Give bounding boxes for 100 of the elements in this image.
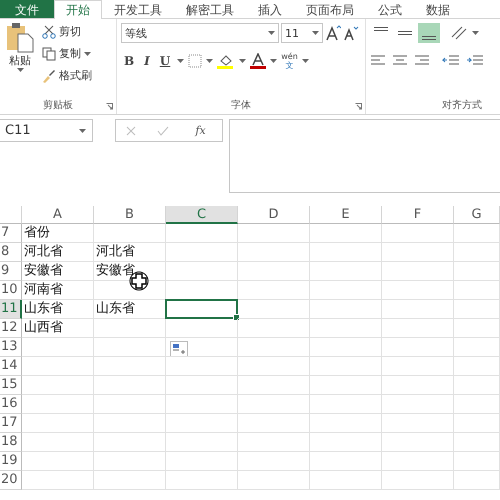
column-header[interactable]: E — [310, 206, 382, 224]
ribbon-tab[interactable]: 公式 — [366, 0, 414, 18]
copy-button[interactable]: 复制 — [40, 45, 94, 62]
ribbon-tab[interactable]: 开始 — [54, 0, 102, 19]
ribbon-tab[interactable]: 页面布局 — [294, 0, 366, 18]
table-cell — [94, 395, 166, 414]
italic-button[interactable]: I — [141, 54, 153, 68]
row-header[interactable]: 9 — [0, 262, 22, 281]
vertical-align-button[interactable] — [418, 23, 440, 43]
column-header[interactable]: G — [454, 206, 500, 224]
table-cell — [382, 319, 454, 338]
table-cell — [94, 224, 166, 243]
underline-button[interactable]: U — [156, 54, 174, 68]
fill-color-icon[interactable] — [217, 53, 236, 69]
column-header[interactable]: F — [382, 206, 454, 224]
column-header[interactable]: D — [238, 206, 310, 224]
font-size-dropdown[interactable]: 11 — [281, 23, 323, 43]
row-header[interactable]: 13 — [0, 338, 22, 357]
table-cell — [382, 224, 454, 243]
paste-options-icon[interactable] — [170, 341, 188, 357]
table-cell — [238, 452, 310, 471]
row-header[interactable]: 18 — [0, 433, 22, 452]
column-header[interactable]: A — [22, 206, 94, 224]
table-cell — [94, 357, 166, 376]
table-cell — [310, 471, 382, 490]
name-box[interactable]: C11 — [0, 119, 93, 142]
caret-icon — [84, 52, 91, 56]
table-cell — [382, 452, 454, 471]
table-cell — [454, 414, 500, 433]
table-cell — [454, 243, 500, 262]
table-cell — [382, 471, 454, 490]
bold-button[interactable]: B — [121, 54, 138, 68]
table-cell — [382, 300, 454, 319]
table-cell — [310, 433, 382, 452]
ribbon-tab[interactable]: 解密工具 — [174, 0, 246, 18]
scissors-icon — [42, 24, 56, 38]
row-header[interactable]: 8 — [0, 243, 22, 262]
table-cell — [454, 224, 500, 243]
table-cell — [238, 262, 310, 281]
table-cell — [94, 376, 166, 395]
paste-button[interactable]: 粘贴 — [4, 23, 36, 98]
row-header[interactable]: 17 — [0, 414, 22, 433]
table-cell — [382, 414, 454, 433]
cut-button[interactable]: 剪切 — [40, 23, 94, 40]
formula-input[interactable] — [229, 119, 500, 193]
row-header[interactable]: 19 — [0, 452, 22, 471]
dialog-launcher-icon[interactable] — [355, 103, 362, 110]
insert-function-button[interactable]: fx — [189, 123, 212, 138]
row-header[interactable]: 11 — [0, 300, 22, 319]
caret-icon — [268, 31, 275, 35]
table-cell — [166, 262, 238, 281]
brush-icon — [42, 68, 56, 82]
font-color-icon[interactable] — [250, 53, 266, 69]
table-cell: 山西省 — [22, 319, 94, 338]
table-cell — [238, 224, 310, 243]
enter-check-icon[interactable] — [156, 126, 169, 136]
table-cell — [310, 262, 382, 281]
table-cell — [454, 319, 500, 338]
ribbon-tab[interactable]: 文件 — [0, 0, 54, 18]
row-header[interactable]: 20 — [0, 471, 22, 490]
table-cell — [238, 376, 310, 395]
table-cell — [166, 395, 238, 414]
caret-icon — [302, 59, 309, 63]
table-cell — [382, 338, 454, 357]
ribbon-tab[interactable]: 数据 — [414, 0, 462, 18]
column-header[interactable]: C — [166, 206, 238, 224]
row-header[interactable]: 14 — [0, 357, 22, 376]
table-cell — [454, 433, 500, 452]
clipboard-icon — [6, 23, 34, 53]
grow-font-icon[interactable] — [325, 25, 341, 41]
dialog-launcher-icon[interactable] — [106, 103, 113, 110]
border-icon[interactable] — [188, 54, 202, 68]
table-cell — [94, 414, 166, 433]
table-cell — [22, 395, 94, 414]
table-cell — [238, 471, 310, 490]
table-cell — [454, 357, 500, 376]
table-cell — [166, 414, 238, 433]
table-cell — [94, 338, 166, 357]
group-label: 字体 — [230, 98, 252, 113]
font-name-dropdown[interactable]: 等线 — [121, 23, 279, 43]
column-header[interactable]: B — [94, 206, 166, 224]
table-cell — [310, 224, 382, 243]
shrink-font-icon[interactable] — [343, 25, 359, 41]
table-cell — [382, 357, 454, 376]
table-cell — [94, 471, 166, 490]
caret-icon — [472, 31, 479, 35]
row-header[interactable]: 16 — [0, 395, 22, 414]
table-cell — [238, 281, 310, 300]
ribbon-tab[interactable]: 插入 — [246, 0, 294, 18]
row-header[interactable]: 12 — [0, 319, 22, 338]
row-header[interactable]: 15 — [0, 376, 22, 395]
group-label: 剪贴板 — [42, 98, 74, 113]
phonetic-guide-button[interactable]: wén 文 — [281, 52, 298, 70]
ribbon-tab[interactable]: 开发工具 — [102, 0, 174, 18]
table-cell — [310, 338, 382, 357]
table-cell — [238, 433, 310, 452]
table-cell — [310, 376, 382, 395]
format-painter-button[interactable]: 格式刷 — [40, 67, 94, 84]
caret-icon — [312, 31, 319, 35]
row-header[interactable]: 7 — [0, 224, 22, 243]
